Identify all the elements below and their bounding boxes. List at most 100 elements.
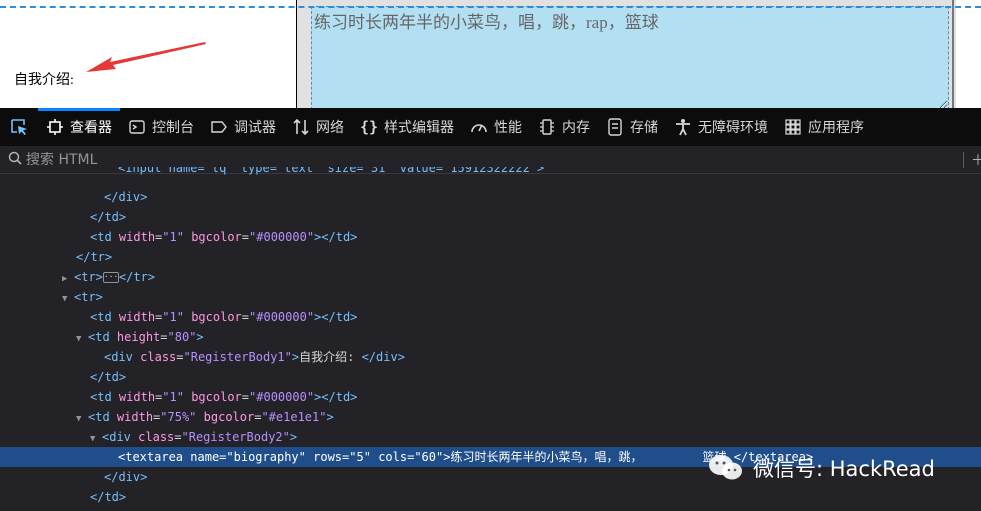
performance-icon — [470, 118, 488, 136]
attr-name: bgcolor — [191, 390, 242, 404]
attr-value: "1" — [162, 390, 184, 404]
attr-value: "1" — [162, 310, 184, 324]
attr-value: "60" — [414, 450, 444, 464]
tag-close: > — [326, 410, 334, 424]
tag-open: <tr> — [74, 270, 103, 284]
equals: = — [176, 350, 184, 364]
collapse-arrow-icon[interactable]: ▼ — [76, 329, 88, 349]
tag-open: <textarea — [118, 450, 184, 464]
collapse-arrow-icon[interactable]: ▼ — [76, 409, 88, 429]
collapse-arrow-icon[interactable]: ▼ — [90, 429, 102, 449]
tab-label: 样式编辑器 — [384, 120, 454, 136]
closing-tag: </td> — [90, 490, 127, 504]
attr-name: name — [190, 450, 220, 464]
tab-storage[interactable]: 存储 — [598, 108, 666, 146]
network-icon — [292, 118, 310, 136]
tag-open: <td — [90, 230, 112, 244]
tab-debugger[interactable]: 调试器 — [202, 108, 284, 146]
tag-close: ></td> — [314, 230, 358, 244]
attr-name: bgcolor — [203, 410, 255, 424]
tab-accessibility[interactable]: 无障碍环境 — [666, 108, 776, 146]
equals: = — [160, 330, 168, 344]
expand-arrow-icon[interactable]: ▶ — [62, 269, 74, 289]
tab-label: 调试器 — [234, 120, 276, 136]
tree-node[interactable]: ▼ <tr> — [0, 287, 981, 307]
tab-label: 控制台 — [152, 120, 194, 136]
tab-console[interactable]: 控制台 — [120, 108, 202, 146]
closing-tag: </div> — [361, 350, 405, 364]
tab-performance[interactable]: 性能 — [462, 108, 530, 146]
tree-node[interactable]: <td width="1" bgcolor="#000000"></td> — [0, 387, 981, 407]
attr-value: "#000000" — [249, 310, 315, 324]
text-node: 练习时长两年半的小菜鸟，唱，跳， — [450, 450, 643, 464]
equals: = — [241, 390, 250, 404]
storage-icon — [606, 118, 624, 136]
tag-open: <td — [88, 410, 110, 424]
element-picker-button[interactable] — [0, 108, 38, 146]
attr-name: class — [138, 430, 175, 444]
tree-node[interactable]: <input name="tq" type="text" size="31" v… — [0, 167, 981, 178]
attr-name: height — [116, 330, 161, 344]
tree-node[interactable]: ▶ <tr>···</tr> — [0, 267, 981, 287]
attr-value: "RegisterBody2" — [181, 430, 290, 444]
tab-application[interactable]: 应用程序 — [776, 108, 872, 146]
biography-textarea[interactable] — [311, 6, 949, 108]
tag-close: </tr> — [118, 270, 156, 284]
equals: = — [241, 230, 250, 244]
search-html-input[interactable] — [26, 151, 926, 168]
tag-open: <td — [88, 330, 110, 344]
tree-node[interactable]: <td width="1" bgcolor="#000000"></td> — [0, 307, 981, 327]
attr-value: "#e1e1e1" — [261, 410, 327, 424]
closing-tag: </div> — [104, 470, 148, 484]
inspector-icon — [46, 118, 64, 136]
tree-node[interactable]: </div> — [0, 187, 981, 207]
search-divider — [963, 152, 964, 168]
tree-node[interactable]: ▼ <div class="RegisterBody2"> — [0, 427, 981, 447]
attr-value: "RegisterBody1" — [183, 350, 292, 364]
cell-divider-right — [952, 0, 954, 108]
node-markup: <input name="tq" type="text" size="31" v… — [118, 167, 545, 175]
tree-node[interactable]: <td width="1" bgcolor="#000000"></td> — [0, 227, 981, 247]
accessibility-icon — [674, 118, 692, 136]
tab-label: 无障碍环境 — [698, 120, 768, 136]
tab-inspector[interactable]: 查看器 — [38, 108, 120, 146]
tag-open: <div — [102, 430, 131, 444]
text-node: 自我介绍: — [299, 350, 355, 364]
tab-network[interactable]: 网络 — [284, 108, 352, 146]
attr-name: cols — [378, 450, 408, 464]
application-icon — [784, 118, 802, 136]
attr-value: "#000000" — [249, 390, 315, 404]
tab-label: 网络 — [316, 120, 344, 136]
attr-value: "1" — [162, 230, 184, 244]
tag-open: <div — [104, 350, 133, 364]
attr-name: width — [118, 310, 156, 324]
tag-open: <td — [90, 390, 112, 404]
tag-close: > — [289, 430, 298, 444]
attr-value: "biography" — [226, 450, 306, 464]
equals: = — [174, 430, 182, 444]
tree-node[interactable]: <div class="RegisterBody1">自我介绍: </div> — [0, 347, 981, 367]
attr-value: "75%" — [160, 410, 197, 424]
attr-name: width — [116, 410, 154, 424]
console-icon — [128, 118, 146, 136]
wechat-icon — [709, 455, 742, 480]
tab-memory[interactable]: 内存 — [530, 108, 598, 146]
closing-tag: </td> — [90, 210, 127, 224]
tag-close: > — [196, 330, 204, 344]
tree-node[interactable]: </td> — [0, 487, 981, 507]
tree-node[interactable]: </td> — [0, 207, 981, 227]
tree-node[interactable]: ▼ <td width="75%" bgcolor="#e1e1e1"> — [0, 407, 981, 427]
tree-node[interactable]: ▼ <td height="80"> — [0, 327, 981, 347]
devtools-toolbar: 查看器 控制台 调试器 网络 {} 样式编辑器 性能 内存 存储 无障碍环境 应… — [0, 108, 981, 146]
tab-style-editor[interactable]: {} 样式编辑器 — [352, 108, 462, 146]
wechat-watermark: 微信号: HackRead — [707, 448, 935, 488]
tree-node[interactable]: </td> — [0, 367, 981, 387]
collapse-arrow-icon[interactable]: ▼ — [62, 289, 74, 309]
tab-label: 存储 — [630, 120, 658, 136]
attr-value: "80" — [167, 330, 197, 344]
equals: = — [241, 310, 250, 324]
debugger-icon — [210, 118, 228, 136]
collapsed-ellipsis[interactable]: ··· — [102, 272, 119, 283]
memory-icon — [538, 118, 556, 136]
tree-node[interactable]: </tr> — [0, 247, 981, 267]
